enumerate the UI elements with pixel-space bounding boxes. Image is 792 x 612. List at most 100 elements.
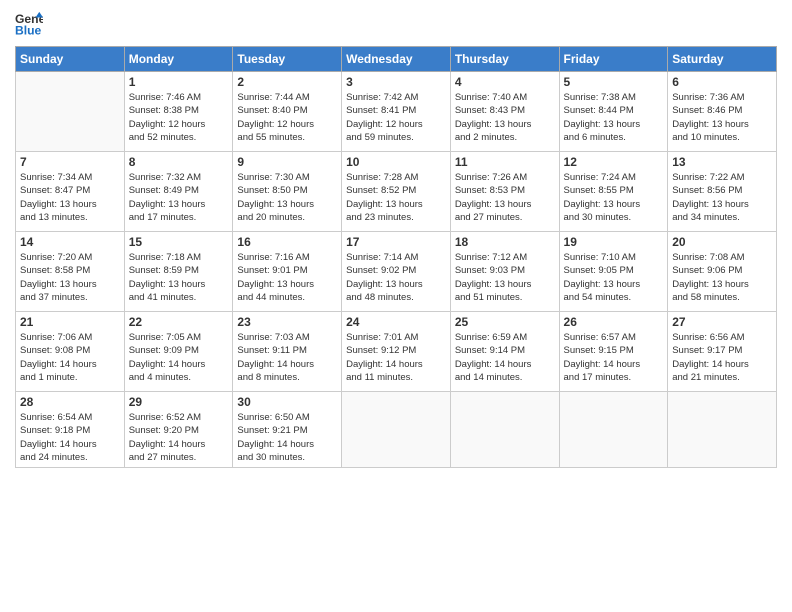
day-number: 20 (672, 235, 772, 249)
week-row-3: 21Sunrise: 7:06 AMSunset: 9:08 PMDayligh… (16, 312, 777, 392)
day-number: 3 (346, 75, 446, 89)
calendar-cell: 7 Sunrise: 7:34 AMSunset: 8:47 PMDaylight… (16, 152, 125, 232)
calendar-cell: 5 Sunrise: 7:38 AMSunset: 8:44 PMDaylight… (559, 72, 668, 152)
day-info: Sunrise: 6:56 AMSunset: 9:17 PMDaylight:… (672, 331, 772, 384)
calendar-cell: 8 Sunrise: 7:32 AMSunset: 8:49 PMDaylight… (124, 152, 233, 232)
weekday-header-friday: Friday (559, 47, 668, 72)
calendar-cell: 15Sunrise: 7:18 AMSunset: 8:59 PMDayligh… (124, 232, 233, 312)
page: General Blue SundayMondayTuesdayWednesda… (0, 0, 792, 612)
calendar-cell: 28 Sunrise: 6:54 AMSunset: 9:18 PMDayligh… (16, 392, 125, 468)
calendar-cell: 9 Sunrise: 7:30 AMSunset: 8:50 PMDaylight… (233, 152, 342, 232)
day-info: Sunrise: 7:12 AMSunset: 9:03 PMDaylight:… (455, 251, 555, 304)
day-info: Sunrise: 7:01 AMSunset: 9:12 PMDaylight:… (346, 331, 446, 384)
day-info: Sunrise: 7:40 AMSunset: 8:43 PMDaylight:… (455, 91, 555, 144)
day-info: Sunrise: 7:36 AMSunset: 8:46 PMDaylight:… (672, 91, 772, 144)
svg-text:Blue: Blue (15, 23, 42, 37)
calendar-cell: 24 Sunrise: 7:01 AMSunset: 9:12 PMDayligh… (342, 312, 451, 392)
day-info: Sunrise: 7:05 AMSunset: 9:09 PMDaylight:… (129, 331, 229, 384)
day-info: Sunrise: 6:57 AMSunset: 9:15 PMDaylight:… (564, 331, 664, 384)
weekday-header-thursday: Thursday (450, 47, 559, 72)
calendar-cell: 18 Sunrise: 7:12 AMSunset: 9:03 PMDayligh… (450, 232, 559, 312)
week-row-2: 14 Sunrise: 7:20 AMSunset: 8:58 PMDayligh… (16, 232, 777, 312)
day-info: Sunrise: 7:34 AMSunset: 8:47 PMDaylight:… (20, 171, 120, 224)
day-info: Sunrise: 7:10 AMSunset: 9:05 PMDaylight:… (564, 251, 664, 304)
day-info: Sunrise: 7:22 AMSunset: 8:56 PMDaylight:… (672, 171, 772, 224)
day-info: Sunrise: 7:16 AMSunset: 9:01 PMDaylight:… (237, 251, 337, 304)
calendar-cell: 27 Sunrise: 6:56 AMSunset: 9:17 PMDayligh… (668, 312, 777, 392)
weekday-header-tuesday: Tuesday (233, 47, 342, 72)
day-number: 2 (237, 75, 337, 89)
calendar-cell (450, 392, 559, 468)
calendar-cell: 19 Sunrise: 7:10 AMSunset: 9:05 PMDayligh… (559, 232, 668, 312)
calendar-cell: 20 Sunrise: 7:08 AMSunset: 9:06 PMDayligh… (668, 232, 777, 312)
calendar-cell: 2 Sunrise: 7:44 AMSunset: 8:40 PMDaylight… (233, 72, 342, 152)
day-number: 10 (346, 155, 446, 169)
day-number: 26 (564, 315, 664, 329)
calendar-cell: 30Sunrise: 6:50 AMSunset: 9:21 PMDayligh… (233, 392, 342, 468)
day-number: 22 (129, 315, 229, 329)
weekday-header-monday: Monday (124, 47, 233, 72)
day-info: Sunrise: 7:32 AMSunset: 8:49 PMDaylight:… (129, 171, 229, 224)
logo-icon: General Blue (15, 10, 43, 38)
day-number: 13 (672, 155, 772, 169)
calendar-cell: 23Sunrise: 7:03 AMSunset: 9:11 PMDayligh… (233, 312, 342, 392)
day-number: 27 (672, 315, 772, 329)
day-number: 18 (455, 235, 555, 249)
calendar-cell (342, 392, 451, 468)
calendar-cell: 11 Sunrise: 7:26 AMSunset: 8:53 PMDayligh… (450, 152, 559, 232)
day-number: 24 (346, 315, 446, 329)
calendar-cell: 21Sunrise: 7:06 AMSunset: 9:08 PMDayligh… (16, 312, 125, 392)
day-info: Sunrise: 7:14 AMSunset: 9:02 PMDaylight:… (346, 251, 446, 304)
day-number: 1 (129, 75, 229, 89)
day-number: 28 (20, 395, 120, 409)
day-info: Sunrise: 7:24 AMSunset: 8:55 PMDaylight:… (564, 171, 664, 224)
day-info: Sunrise: 7:28 AMSunset: 8:52 PMDaylight:… (346, 171, 446, 224)
calendar-cell: 16Sunrise: 7:16 AMSunset: 9:01 PMDayligh… (233, 232, 342, 312)
weekday-header-sunday: Sunday (16, 47, 125, 72)
day-number: 11 (455, 155, 555, 169)
calendar-cell: 26 Sunrise: 6:57 AMSunset: 9:15 PMDayligh… (559, 312, 668, 392)
calendar-cell: 17 Sunrise: 7:14 AMSunset: 9:02 PMDayligh… (342, 232, 451, 312)
day-info: Sunrise: 7:38 AMSunset: 8:44 PMDaylight:… (564, 91, 664, 144)
day-info: Sunrise: 7:20 AMSunset: 8:58 PMDaylight:… (20, 251, 120, 304)
calendar-cell: 22 Sunrise: 7:05 AMSunset: 9:09 PMDayligh… (124, 312, 233, 392)
calendar-cell: 12 Sunrise: 7:24 AMSunset: 8:55 PMDayligh… (559, 152, 668, 232)
weekday-header-wednesday: Wednesday (342, 47, 451, 72)
day-info: Sunrise: 7:08 AMSunset: 9:06 PMDaylight:… (672, 251, 772, 304)
day-number: 4 (455, 75, 555, 89)
week-row-4: 28 Sunrise: 6:54 AMSunset: 9:18 PMDayligh… (16, 392, 777, 468)
day-number: 29 (129, 395, 229, 409)
day-number: 19 (564, 235, 664, 249)
day-info: Sunrise: 7:30 AMSunset: 8:50 PMDaylight:… (237, 171, 337, 224)
day-number: 7 (20, 155, 120, 169)
day-number: 6 (672, 75, 772, 89)
day-number: 12 (564, 155, 664, 169)
day-info: Sunrise: 7:44 AMSunset: 8:40 PMDaylight:… (237, 91, 337, 144)
day-number: 9 (237, 155, 337, 169)
day-number: 5 (564, 75, 664, 89)
calendar-cell: 6 Sunrise: 7:36 AMSunset: 8:46 PMDaylight… (668, 72, 777, 152)
logo: General Blue (15, 10, 43, 38)
day-number: 25 (455, 315, 555, 329)
calendar-cell (16, 72, 125, 152)
weekday-header-saturday: Saturday (668, 47, 777, 72)
calendar-cell (559, 392, 668, 468)
day-info: Sunrise: 7:46 AMSunset: 8:38 PMDaylight:… (129, 91, 229, 144)
calendar-cell: 4 Sunrise: 7:40 AMSunset: 8:43 PMDaylight… (450, 72, 559, 152)
day-number: 17 (346, 235, 446, 249)
day-info: Sunrise: 6:52 AMSunset: 9:20 PMDaylight:… (129, 411, 229, 464)
day-info: Sunrise: 6:59 AMSunset: 9:14 PMDaylight:… (455, 331, 555, 384)
calendar-cell: 14 Sunrise: 7:20 AMSunset: 8:58 PMDayligh… (16, 232, 125, 312)
day-number: 30 (237, 395, 337, 409)
header: General Blue (15, 10, 777, 38)
week-row-1: 7 Sunrise: 7:34 AMSunset: 8:47 PMDaylight… (16, 152, 777, 232)
weekday-header-row: SundayMondayTuesdayWednesdayThursdayFrid… (16, 47, 777, 72)
calendar-cell (668, 392, 777, 468)
day-number: 8 (129, 155, 229, 169)
day-number: 14 (20, 235, 120, 249)
day-info: Sunrise: 7:26 AMSunset: 8:53 PMDaylight:… (455, 171, 555, 224)
calendar-cell: 29 Sunrise: 6:52 AMSunset: 9:20 PMDayligh… (124, 392, 233, 468)
day-number: 21 (20, 315, 120, 329)
day-info: Sunrise: 6:54 AMSunset: 9:18 PMDaylight:… (20, 411, 120, 464)
day-number: 15 (129, 235, 229, 249)
